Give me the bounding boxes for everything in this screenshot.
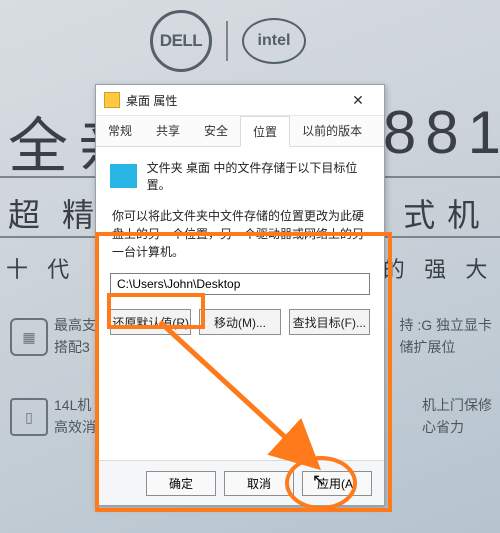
- info-row: 文件夹 桌面 中的文件存储于以下目标位置。: [110, 159, 370, 193]
- dialog-title: 桌面 属性: [126, 92, 340, 109]
- dialog-body: 文件夹 桌面 中的文件存储于以下目标位置。 你可以将此文件夹中文件存储的位置更改…: [96, 147, 384, 347]
- tab-strip: 常规 共享 安全 位置 以前的版本: [96, 116, 384, 147]
- move-button[interactable]: 移动(M)...: [199, 309, 280, 335]
- dialog-footer: 确定 取消 应用(A): [96, 460, 384, 505]
- dell-logo: DELL: [150, 10, 212, 72]
- titlebar[interactable]: 桌面 属性 ✕: [96, 85, 384, 116]
- desktop-glyph-icon: [110, 164, 137, 188]
- headline-right: 881: [383, 98, 500, 167]
- folder-icon: [104, 92, 120, 108]
- subhead-left: 超: [8, 190, 45, 236]
- feat3: 14L机 高效消: [54, 394, 96, 439]
- info-line: 文件夹 桌面 中的文件存储于以下目标位置。: [147, 159, 370, 193]
- subhead-r2: 机: [447, 190, 484, 236]
- location-buttons-row: 还原默认值(R) 移动(M)... 查找目标(F)...: [110, 309, 370, 335]
- close-button[interactable]: ✕: [340, 92, 376, 109]
- intel-logo: intel: [242, 18, 306, 64]
- subhead-mid: 精: [62, 190, 99, 236]
- cancel-button[interactable]: 取消: [224, 471, 294, 496]
- location-path-input[interactable]: [110, 273, 370, 295]
- tab-previous-versions[interactable]: 以前的版本: [290, 116, 374, 146]
- tab-security[interactable]: 安全: [192, 116, 240, 146]
- restore-defaults-button[interactable]: 还原默认值(R): [110, 309, 191, 335]
- chip-icon: ▦: [10, 318, 48, 356]
- help-text: 你可以将此文件夹中文件存储的位置更改为此硬盘上的另一个位置，另一个驱动器或网络上…: [112, 207, 368, 261]
- feat4: 机上门保修 心省力: [422, 394, 492, 439]
- find-target-button[interactable]: 查找目标(F)...: [289, 309, 370, 335]
- tab-location[interactable]: 位置: [240, 116, 290, 147]
- apply-button[interactable]: 应用(A): [302, 471, 372, 496]
- feat2: 持 :G 独立显卡 储扩展位: [399, 314, 492, 359]
- case-icon: ▯: [10, 398, 48, 436]
- tagline-right: 的 强 大: [383, 252, 494, 284]
- tab-sharing[interactable]: 共享: [144, 116, 192, 146]
- dell-text: DELL: [160, 31, 202, 51]
- logo-divider: [226, 21, 228, 61]
- tab-general[interactable]: 常规: [96, 116, 144, 146]
- subhead-r1: 式: [403, 190, 440, 236]
- ok-button[interactable]: 确定: [146, 471, 216, 496]
- tagline-left: 十 代: [6, 252, 76, 284]
- intel-text: intel: [258, 32, 291, 50]
- brand-logos: DELL intel: [150, 10, 306, 72]
- properties-dialog: 桌面 属性 ✕ 常规 共享 安全 位置 以前的版本 文件夹 桌面 中的文件存储于…: [95, 84, 385, 506]
- feat1: 最高支 搭配3: [54, 314, 96, 359]
